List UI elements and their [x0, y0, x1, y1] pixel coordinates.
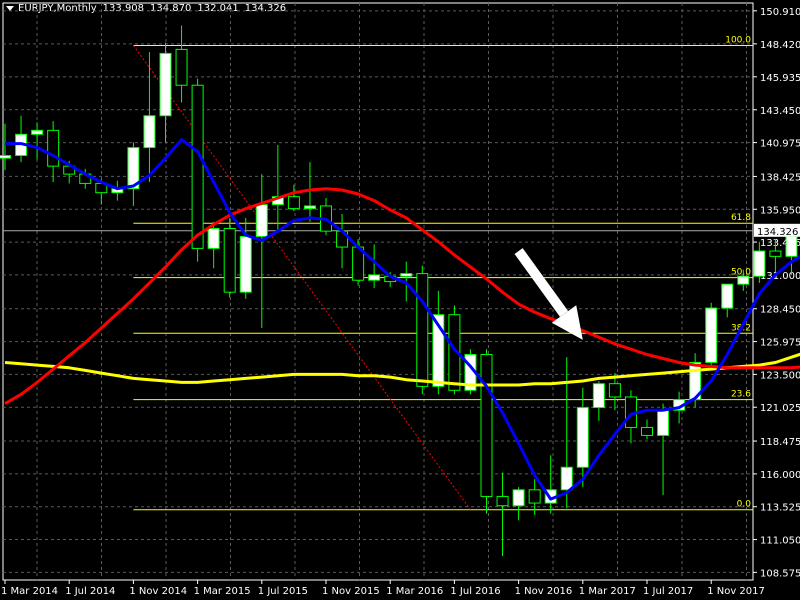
candle-body — [191, 84, 204, 249]
candle-body — [496, 495, 509, 507]
y-tick-label: 143.450 — [760, 106, 800, 117]
y-tick-label: 108.575 — [760, 568, 800, 579]
x-tick-label: 1 Nov 2017 — [707, 586, 765, 597]
y-tick-label: 113.525 — [760, 503, 800, 514]
candle-body — [769, 250, 782, 257]
y-tick-label: 116.000 — [760, 470, 800, 481]
x-tick-label: 1 Mar 2017 — [579, 586, 636, 597]
candle-body — [705, 307, 718, 363]
candle-body — [175, 48, 188, 86]
candle-body — [400, 273, 413, 277]
y-tick-label: 140.975 — [760, 139, 800, 150]
y-tick-label: 150.910 — [760, 7, 800, 18]
fib-level-label: 100.0 — [725, 35, 751, 45]
candle-body — [31, 129, 44, 135]
candle-body — [512, 489, 525, 507]
y-tick-label: 121.025 — [760, 403, 800, 414]
y-tick-label: 145.935 — [760, 73, 800, 84]
plot-frame — [2, 2, 754, 581]
x-tick-label: 1 Nov 2016 — [515, 586, 573, 597]
y-tick-label: 128.450 — [760, 305, 800, 316]
candle-body — [303, 205, 316, 210]
x-tick-label: 1 Nov 2014 — [129, 586, 187, 597]
x-tick-label: 1 Jul 2016 — [450, 586, 500, 597]
x-tick-label: 1 Jul 2014 — [65, 586, 115, 597]
candle-body — [207, 227, 220, 249]
x-tick-label: 1 Mar 2014 — [1, 586, 58, 597]
candle-body — [592, 383, 605, 409]
candle-body — [47, 129, 60, 167]
ma-fast-line — [5, 138, 800, 501]
candle-body — [785, 235, 798, 257]
candle-body — [368, 274, 381, 281]
candle-body — [528, 489, 541, 504]
price-chart[interactable]: 150.910 148.420 145.935 143.450 140.975 138.4… — [0, 0, 800, 600]
y-tick-label: 148.420 — [760, 40, 800, 51]
y-tick-label: 138.425 — [760, 172, 800, 183]
x-tick-label: 1 Nov 2015 — [322, 586, 380, 597]
candle-body — [0, 155, 11, 159]
x-tick-label: 1 Mar 2016 — [386, 586, 443, 597]
x-tick-label: 1 Mar 2015 — [194, 586, 251, 597]
candle-body — [737, 275, 750, 285]
candle-body — [480, 354, 493, 497]
ma-long-line — [4, 352, 800, 387]
fib-level-label: 61.8 — [731, 213, 751, 223]
candle-body — [239, 235, 252, 293]
x-tick-label: 1 Jul 2015 — [258, 586, 308, 597]
candle-body — [657, 409, 670, 436]
annotation-arrow-shaft — [514, 248, 569, 317]
candle-body — [159, 52, 172, 117]
candle-body — [753, 250, 766, 277]
candle-body — [143, 115, 156, 149]
fib-level-label: 0.0 — [737, 500, 752, 510]
candle-body — [560, 466, 573, 491]
candle-body — [608, 383, 621, 398]
x-tick-label: 1 Jul 2017 — [643, 586, 693, 597]
last-price-label: 134.326 — [757, 227, 798, 238]
y-tick-label: 118.475 — [760, 437, 800, 448]
candle-body — [255, 204, 268, 237]
y-tick-label: 111.050 — [760, 536, 800, 547]
fib-level-label: 23.6 — [731, 390, 751, 400]
candle-body — [576, 407, 589, 468]
candle-body — [641, 426, 653, 436]
candle-body — [223, 227, 236, 293]
candle-body — [287, 196, 300, 210]
y-tick-label: 125.975 — [760, 338, 800, 349]
y-tick-label: 135.950 — [760, 205, 800, 216]
candle-body — [721, 283, 734, 309]
candle-body — [416, 273, 429, 387]
y-tick-label: 123.500 — [760, 370, 800, 381]
